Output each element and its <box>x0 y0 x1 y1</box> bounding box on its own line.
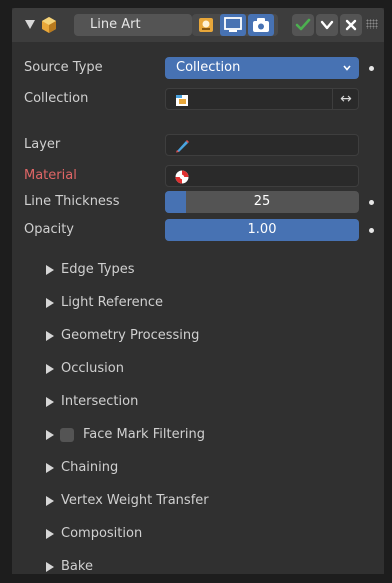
remove-modifier-button[interactable] <box>340 14 362 36</box>
subpanel-checkbox[interactable] <box>60 428 74 442</box>
swap-arrows-icon[interactable]: ↔ <box>332 88 359 110</box>
line-art-modifier-icon <box>42 17 56 33</box>
grease-pencil-layer-icon <box>176 140 189 153</box>
show-in-edit-mode-button[interactable] <box>194 14 218 36</box>
opacity-slider[interactable]: 1.00 <box>165 219 359 241</box>
line-art-modifier-panel: Line Art Source Type Collection Collecti… <box>12 8 384 574</box>
apply-button[interactable] <box>292 14 314 36</box>
layer-label: Layer <box>24 137 61 152</box>
subpanel-header[interactable]: Occlusion <box>12 353 384 385</box>
subpanel-label: Chaining <box>61 460 119 475</box>
collection-label: Collection <box>24 91 89 106</box>
show-in-viewport-button[interactable] <box>220 14 246 36</box>
animate-property-dot[interactable] <box>369 66 374 71</box>
subpanel-header[interactable]: Vertex Weight Transfer <box>12 485 384 517</box>
layer-field[interactable] <box>165 134 359 156</box>
opacity-label: Opacity <box>24 222 75 237</box>
subpanel-header[interactable]: Light Reference <box>12 287 384 319</box>
show-in-render-button[interactable] <box>248 14 274 36</box>
subpanel-header[interactable]: Edge Types <box>12 254 384 286</box>
subpanel-header[interactable]: Bake <box>12 551 384 583</box>
expand-triangle-icon <box>46 562 54 572</box>
show-in-viewport-icon <box>224 17 242 32</box>
subpanel-label: Bake <box>61 559 93 574</box>
collection-field[interactable]: ↔ <box>165 88 359 110</box>
subpanel-header[interactable]: Chaining <box>12 452 384 484</box>
material-field[interactable] <box>165 165 359 187</box>
animate-property-dot[interactable] <box>369 200 374 205</box>
subpanel-label: Intersection <box>61 394 139 409</box>
expand-triangle-icon <box>46 430 54 440</box>
subpanel-header[interactable]: Composition <box>12 518 384 550</box>
show-in-edit-mode-icon <box>199 18 213 32</box>
source-type-value: Collection <box>176 60 241 75</box>
expand-triangle-icon <box>46 265 54 275</box>
line-thickness-value: 25 <box>253 194 271 209</box>
modifier-menu-button[interactable] <box>316 14 338 36</box>
expand-triangle-icon <box>46 331 54 341</box>
expand-triangle-icon <box>46 529 54 539</box>
expand-triangle-icon <box>46 298 54 308</box>
opacity-value: 1.00 <box>247 222 277 237</box>
subpanel-label: Edge Types <box>61 262 135 277</box>
show-in-render-icon <box>253 18 269 32</box>
material-icon <box>175 170 189 184</box>
expand-triangle-icon <box>46 364 54 374</box>
subpanel-label: Occlusion <box>61 361 124 376</box>
dropdown-chevron-icon <box>320 20 334 30</box>
apply-checkmark-icon <box>295 18 311 31</box>
material-label: Material <box>24 168 77 183</box>
collapse-triangle-icon[interactable] <box>25 20 35 29</box>
subpanel-label: Geometry Processing <box>61 328 200 343</box>
subpanel-label: Face Mark Filtering <box>83 427 206 442</box>
source-type-label: Source Type <box>24 60 103 75</box>
subpanel-label: Light Reference <box>61 295 164 310</box>
remove-x-icon <box>345 19 357 31</box>
line-thickness-slider[interactable]: 25 <box>165 191 359 213</box>
collection-icon <box>176 95 188 106</box>
expand-triangle-icon <box>46 397 54 407</box>
subpanel-header[interactable]: Intersection <box>12 386 384 418</box>
drag-grip-icon[interactable] <box>366 19 378 29</box>
modifier-name-field[interactable]: Line Art <box>74 14 192 36</box>
subpanel-header[interactable]: Face Mark Filtering <box>12 419 384 451</box>
chevron-down-icon <box>343 65 351 71</box>
animate-property-dot[interactable] <box>369 228 374 233</box>
subpanel-label: Composition <box>61 526 143 541</box>
modifier-header: Line Art <box>12 8 384 42</box>
subpanel-header[interactable]: Geometry Processing <box>12 320 384 352</box>
expand-triangle-icon <box>46 463 54 473</box>
line-thickness-label: Line Thickness <box>24 194 120 209</box>
subpanel-label: Vertex Weight Transfer <box>61 493 209 508</box>
source-type-dropdown[interactable]: Collection <box>165 57 359 79</box>
expand-triangle-icon <box>46 496 54 506</box>
